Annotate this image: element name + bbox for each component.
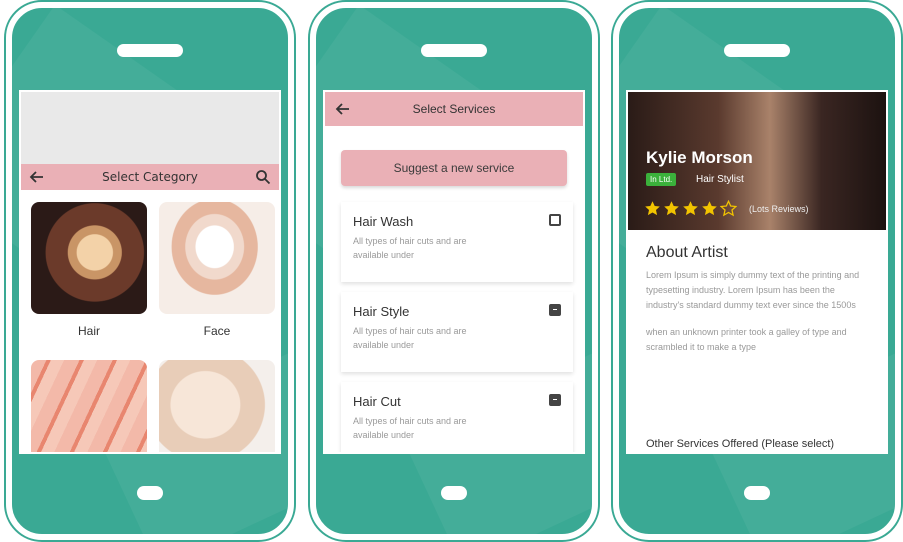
- artist-name: Kylie Morson: [646, 148, 753, 167]
- category-image-face: [159, 202, 275, 314]
- star-filled-icon: [702, 201, 717, 216]
- services-screen: Select Services Suggest a new service Ha…: [323, 90, 585, 454]
- home-button: [441, 486, 467, 500]
- category-screen: Select Category Hair Face: [19, 90, 281, 454]
- service-card-hair-cut[interactable]: Hair Cut All types of hair cuts and are …: [341, 382, 573, 452]
- artist-hero-image: Kylie Morson In Ltd. Hair Stylist (Lots …: [628, 92, 886, 230]
- service-checkbox[interactable]: [549, 214, 561, 226]
- service-checkbox[interactable]: [549, 394, 561, 406]
- suggest-service-button[interactable]: Suggest a new service: [341, 150, 567, 186]
- star-filled-icon: [645, 201, 660, 216]
- page-title: Select Category: [102, 170, 198, 184]
- home-button: [137, 486, 163, 500]
- category-item-face[interactable]: Face: [159, 202, 275, 350]
- other-services-heading: Other Services Offered (Please select): [646, 438, 835, 450]
- about-paragraph: Lorem Ipsum is simply dummy text of the …: [646, 270, 860, 310]
- star-filled-icon: [683, 201, 698, 216]
- service-name: Hair Wash: [353, 214, 414, 229]
- category-label: Face: [203, 324, 231, 338]
- service-name: Hair Style: [353, 304, 410, 319]
- category-label: Hair: [77, 324, 100, 338]
- phone-speaker: [724, 44, 790, 57]
- category-image-nails: [31, 360, 147, 452]
- phone-speaker: [421, 44, 487, 57]
- rating-stars: (Lots Reviews): [644, 200, 809, 217]
- status-badge: In Ltd.: [646, 173, 677, 186]
- service-description: All types of hair cuts and are available…: [353, 236, 467, 260]
- back-arrow-icon[interactable]: [335, 101, 351, 117]
- service-description: All types of hair cuts and are available…: [353, 326, 467, 350]
- artist-screen: Kylie Morson In Ltd. Hair Stylist (Lots …: [626, 90, 888, 454]
- category-image-body: [159, 360, 275, 452]
- phone-services: Select Services Suggest a new service Ha…: [310, 2, 598, 540]
- category-item-hair[interactable]: Hair: [31, 202, 147, 350]
- service-card-hair-wash[interactable]: Hair Wash All types of hair cuts and are…: [341, 202, 573, 282]
- service-checkbox[interactable]: [549, 304, 561, 316]
- star-filled-icon: [664, 201, 679, 216]
- service-name: Hair Cut: [353, 394, 401, 409]
- review-count: (Lots Reviews): [749, 203, 809, 214]
- about-paragraph: when an unknown printer took a galley of…: [646, 327, 847, 352]
- services-appbar: Select Services: [325, 92, 583, 126]
- service-card-hair-style[interactable]: Hair Style All types of hair cuts and ar…: [341, 292, 573, 372]
- category-appbar: Select Category: [21, 164, 279, 190]
- category-image-hair: [31, 202, 147, 314]
- about-artist-text: Lorem Ipsum is simply dummy text of the …: [628, 268, 886, 355]
- search-icon[interactable]: [255, 169, 271, 185]
- about-artist-heading: About Artist: [646, 244, 728, 261]
- artist-role: Hair Stylist: [696, 174, 744, 185]
- home-button: [744, 486, 770, 500]
- phone-speaker: [117, 44, 183, 57]
- page-title: Select Services: [412, 102, 496, 116]
- category-item-body[interactable]: [159, 360, 275, 452]
- star-outline-icon: [720, 200, 737, 217]
- phone-artist: Kylie Morson In Ltd. Hair Stylist (Lots …: [613, 2, 901, 540]
- service-description: All types of hair cuts and are available…: [353, 416, 467, 440]
- phone-category: Select Category Hair Face: [6, 2, 294, 540]
- category-item-nails[interactable]: [31, 360, 147, 452]
- category-grid: Hair Face: [21, 190, 279, 452]
- status-area: [21, 92, 279, 164]
- back-arrow-icon[interactable]: [29, 169, 45, 185]
